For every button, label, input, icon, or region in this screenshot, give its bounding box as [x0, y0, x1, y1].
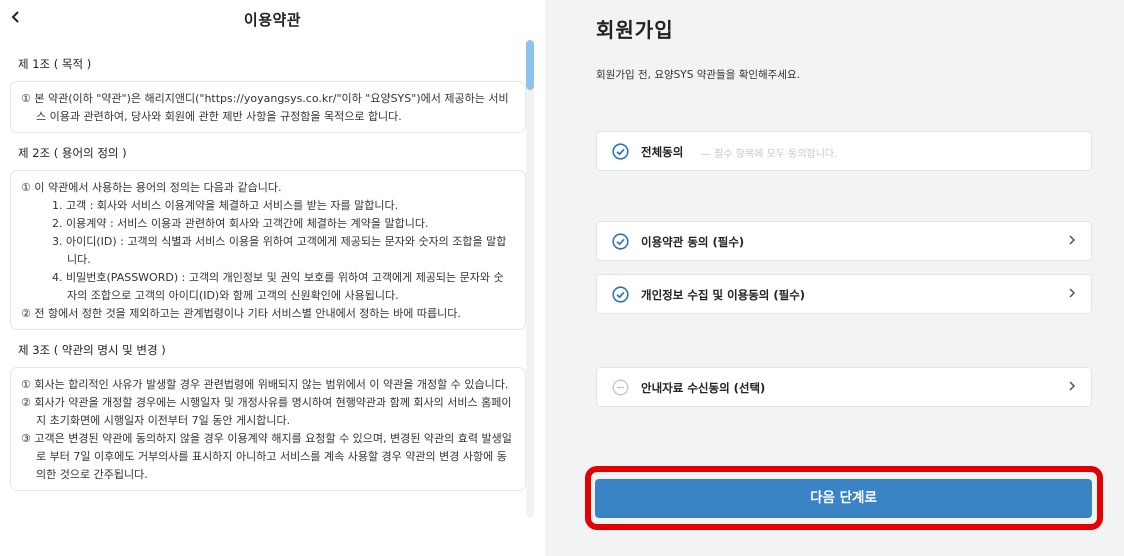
article-paragraph: ① 이 약관에서 사용하는 용어의 정의는 다음과 같습니다. — [21, 181, 282, 194]
next-step-button[interactable]: 다음 단계로 — [595, 479, 1092, 518]
terms-panel: 이용약관 제 1조 ( 목적 ) ① 본 약관(이하 "약관")은 해리지앤디(… — [0, 0, 545, 556]
minus-circle-icon — [612, 379, 629, 396]
chevron-right-icon[interactable] — [1067, 286, 1077, 304]
check-circle-icon — [612, 143, 629, 160]
page-title: 회원가입 — [596, 18, 674, 42]
article-2: 제 2조 ( 용어의 정의 ) ① 이 약관에서 사용하는 용어의 정의는 다음… — [10, 145, 526, 330]
privacy-agree-label: 개인정보 수집 및 이용동의 (필수) — [641, 288, 806, 302]
marketing-agree-label: 안내자료 수신동의 (선택) — [641, 381, 766, 395]
agree-all-checkbox[interactable]: 전체동의 — 필수 항목에 모두 동의합니다. — [596, 131, 1092, 171]
scrollbar-thumb[interactable] — [526, 40, 534, 90]
article-body: ① 본 약관(이하 "약관")은 해리지앤디("https://yoyangsy… — [10, 81, 526, 133]
marketing-agree-row[interactable]: 안내자료 수신동의 (선택) — [596, 367, 1092, 407]
check-circle-icon — [612, 233, 629, 250]
definition-item: 3. 아이디(ID) : 고객의 식별과 서비스 이용을 위하여 고객에게 제공… — [52, 235, 507, 266]
terms-title: 이용약관 — [243, 11, 302, 29]
definition-item: 1. 고객 : 회사와 서비스 이용계약을 체결하고 서비스를 받는 자를 말합… — [52, 199, 399, 212]
check-circle-icon — [612, 286, 629, 303]
agree-all-label: 전체동의 — [641, 145, 684, 159]
article-paragraph: ① 회사는 합리적인 사유가 발생할 경우 관련법령에 위배되지 않는 범위에서… — [21, 378, 509, 391]
signup-panel: 회원가입 회원가입 전, 요양SYS 약관들을 확인해주세요. 전체동의 — 필… — [558, 0, 1124, 556]
article-1: 제 1조 ( 목적 ) ① 본 약관(이하 "약관")은 해리지앤디("http… — [10, 56, 526, 133]
agree-all-sub: — 필수 항목에 모두 동의합니다. — [701, 149, 838, 160]
article-title: 제 1조 ( 목적 ) — [18, 57, 92, 71]
article-body: ① 이 약관에서 사용하는 용어의 정의는 다음과 같습니다. 1. 고객 : … — [10, 170, 526, 330]
terms-scrollbar[interactable] — [526, 40, 534, 518]
terms-header: 이용약관 — [0, 0, 545, 40]
article-paragraph: ② 회사가 약관을 개정할 경우에는 시행일자 및 개정사유를 명시하여 현행약… — [21, 396, 512, 427]
article-paragraph: ① 본 약관(이하 "약관")은 해리지앤디("https://yoyangsy… — [21, 92, 509, 123]
article-paragraph: ③ 고객은 변경된 약관에 동의하지 않을 경우 이용계약 해지를 요청할 수 … — [21, 432, 512, 481]
chevron-right-icon[interactable] — [1067, 233, 1077, 251]
privacy-agree-row[interactable]: 개인정보 수집 및 이용동의 (필수) — [596, 274, 1092, 314]
page-description: 회원가입 전, 요양SYS 약관들을 확인해주세요. — [596, 69, 800, 81]
article-title: 제 2조 ( 용어의 정의 ) — [18, 146, 127, 160]
definition-item: 2. 이용계약 : 서비스 이용과 관련하여 회사와 고객간에 체결하는 계약을… — [52, 217, 429, 230]
article-paragraph: ② 전 항에서 정한 것을 제외하고는 관계법령이나 기타 서비스별 안내에서 … — [21, 307, 461, 320]
chevron-right-icon[interactable] — [1067, 379, 1077, 397]
article-title: 제 3조 ( 약관의 명시 및 변경 ) — [18, 343, 166, 357]
terms-agree-row[interactable]: 이용약관 동의 (필수) — [596, 221, 1092, 261]
terms-content[interactable]: 제 1조 ( 목적 ) ① 본 약관(이하 "약관")은 해리지앤디("http… — [10, 48, 526, 548]
definition-item: 4. 비밀번호(PASSWORD) : 고객의 개인정보 및 권익 보호를 위하… — [52, 271, 504, 302]
article-3: 제 3조 ( 약관의 명시 및 변경 ) ① 회사는 합리적인 사유가 발생할 … — [10, 342, 526, 491]
terms-agree-label: 이용약관 동의 (필수) — [641, 235, 745, 249]
article-body: ① 회사는 합리적인 사유가 발생할 경우 관련법령에 위배되지 않는 범위에서… — [10, 367, 526, 491]
